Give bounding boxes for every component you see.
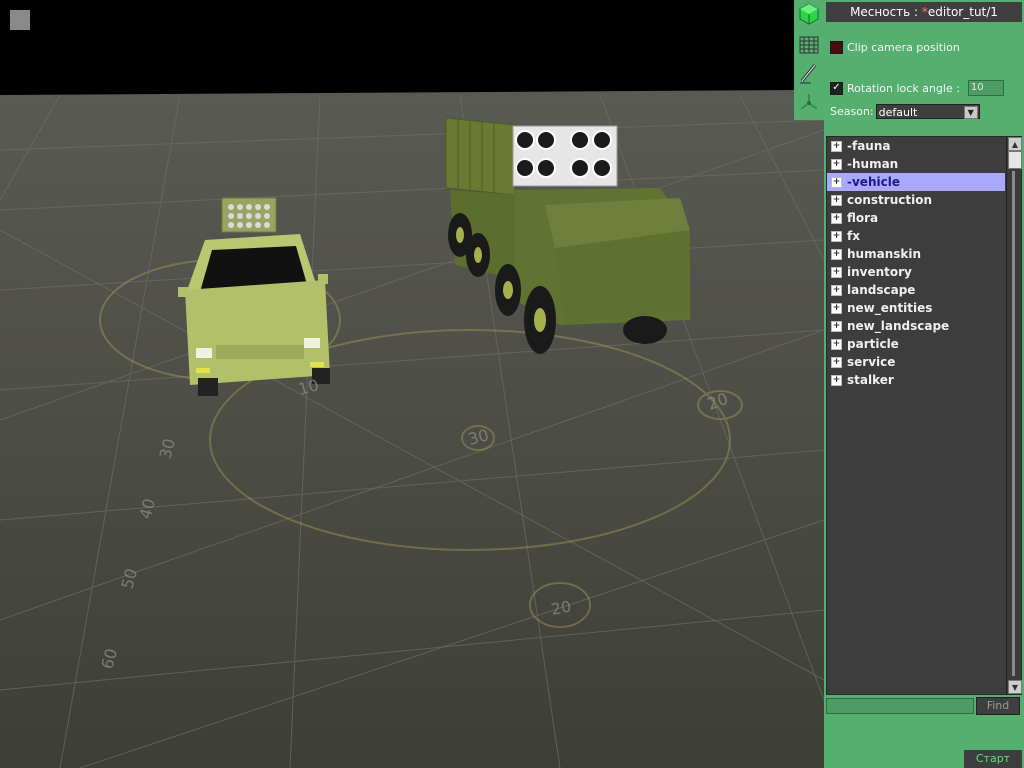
viewport-menu-button[interactable] [10, 10, 30, 30]
tree-item-vehicle[interactable]: + -vehicle [827, 173, 1005, 191]
tool-strip [794, 0, 824, 120]
expand-plus-icon[interactable]: + [831, 212, 842, 224]
clip-camera-option[interactable]: Clip camera position [830, 41, 960, 54]
object-cube-icon[interactable] [798, 3, 820, 25]
tree-item-service[interactable]: + service [827, 353, 1005, 371]
expand-plus-icon[interactable]: + [831, 356, 842, 368]
expand-plus-icon[interactable]: + [831, 320, 842, 332]
tree-item-particle[interactable]: + particle [827, 335, 1005, 353]
clip-camera-label: Clip camera position [847, 41, 960, 54]
3d-viewport[interactable]: 30 20 40 50 60 10 30 20 [0, 0, 824, 768]
scroll-up-arrow-icon[interactable]: ▲ [1008, 137, 1022, 151]
chevron-down-icon[interactable]: ▼ [963, 106, 978, 119]
expand-plus-icon[interactable]: + [831, 374, 842, 386]
editor-panel: Месность : *editor_tut/1 Clip camera pos… [794, 0, 1024, 768]
tree-item-landscape[interactable]: + landscape [827, 281, 1005, 299]
expand-plus-icon[interactable]: + [831, 338, 842, 350]
season-value: default [878, 106, 918, 119]
tree-scrollbar[interactable]: ▲ ▼ [1006, 137, 1022, 694]
tree-item-label: inventory [847, 265, 912, 279]
scene-render: 30 20 40 50 60 10 30 20 [0, 0, 824, 768]
season-label: Season: [830, 105, 874, 118]
floor-label: 20 [549, 597, 572, 619]
scroll-thumb[interactable] [1008, 151, 1022, 169]
rotation-lock-option[interactable]: ✓ Rotation lock angle : 10 [830, 80, 1004, 96]
tree-item-new-entities[interactable]: + new_entities [827, 299, 1005, 317]
tree-item-fx[interactable]: + fx [827, 227, 1005, 245]
tree-item-label: stalker [847, 373, 894, 387]
tree-item-label: construction [847, 193, 932, 207]
title-prefix: Месность : [850, 5, 922, 19]
expand-plus-icon[interactable]: + [831, 230, 842, 242]
expand-plus-icon[interactable]: + [831, 176, 842, 188]
axis-gizmo-icon[interactable] [798, 92, 820, 114]
ground-plane [0, 90, 824, 768]
expand-plus-icon[interactable]: + [831, 284, 842, 296]
tree-item-new-landscape[interactable]: + new_landscape [827, 317, 1005, 335]
expand-plus-icon[interactable]: + [831, 158, 842, 170]
tree-item-humanskin[interactable]: + humanskin [827, 245, 1005, 263]
scroll-track[interactable] [1012, 171, 1015, 676]
tree-item-stalker[interactable]: + stalker [827, 371, 1005, 389]
tree-item-inventory[interactable]: + inventory [827, 263, 1005, 281]
tree-item-label: service [847, 355, 896, 369]
expand-plus-icon[interactable]: + [831, 248, 842, 260]
rotation-lock-checkbox[interactable]: ✓ [830, 81, 843, 95]
tree-item-construction[interactable]: + construction [827, 191, 1005, 209]
object-tree[interactable]: + -fauna + -human + -vehicle + construction … [826, 136, 1022, 695]
tree-item-label: new_entities [847, 301, 933, 315]
tree-item-label: particle [847, 337, 899, 351]
season-row: Season: default ▼ [830, 104, 980, 119]
tree-item-label: -vehicle [847, 175, 900, 189]
expand-plus-icon[interactable]: + [831, 266, 842, 278]
find-button[interactable]: Find [976, 697, 1020, 715]
tree-item-label: flora [847, 211, 879, 225]
tree-item-fauna[interactable]: + -fauna [827, 137, 1005, 155]
tree-item-label: fx [847, 229, 860, 243]
expand-plus-icon[interactable]: + [831, 302, 842, 314]
tree-item-label: new_landscape [847, 319, 950, 333]
tree-item-label: landscape [847, 283, 916, 297]
level-title: Месность : *editor_tut/1 [826, 2, 1022, 22]
tree-item-flora[interactable]: + flora [827, 209, 1005, 227]
tree-item-human[interactable]: + -human [827, 155, 1005, 173]
tree-item-label: -fauna [847, 139, 891, 153]
find-input[interactable] [826, 698, 974, 714]
clip-camera-checkbox[interactable] [830, 41, 843, 54]
start-button[interactable]: Старт [964, 750, 1022, 768]
title-map-name: editor_tut/1 [927, 5, 998, 19]
grid-icon[interactable] [798, 34, 820, 56]
tree-item-label: -human [847, 157, 899, 171]
scroll-down-arrow-icon[interactable]: ▼ [1008, 680, 1022, 694]
brush-tool-icon[interactable] [798, 62, 820, 84]
rotation-lock-angle-field[interactable]: 10 [967, 80, 1004, 96]
tree-item-label: humanskin [847, 247, 922, 261]
rotation-lock-label: Rotation lock angle : [847, 81, 960, 95]
season-select[interactable]: default ▼ [875, 104, 980, 119]
expand-plus-icon[interactable]: + [831, 140, 842, 152]
expand-plus-icon[interactable]: + [831, 194, 842, 206]
